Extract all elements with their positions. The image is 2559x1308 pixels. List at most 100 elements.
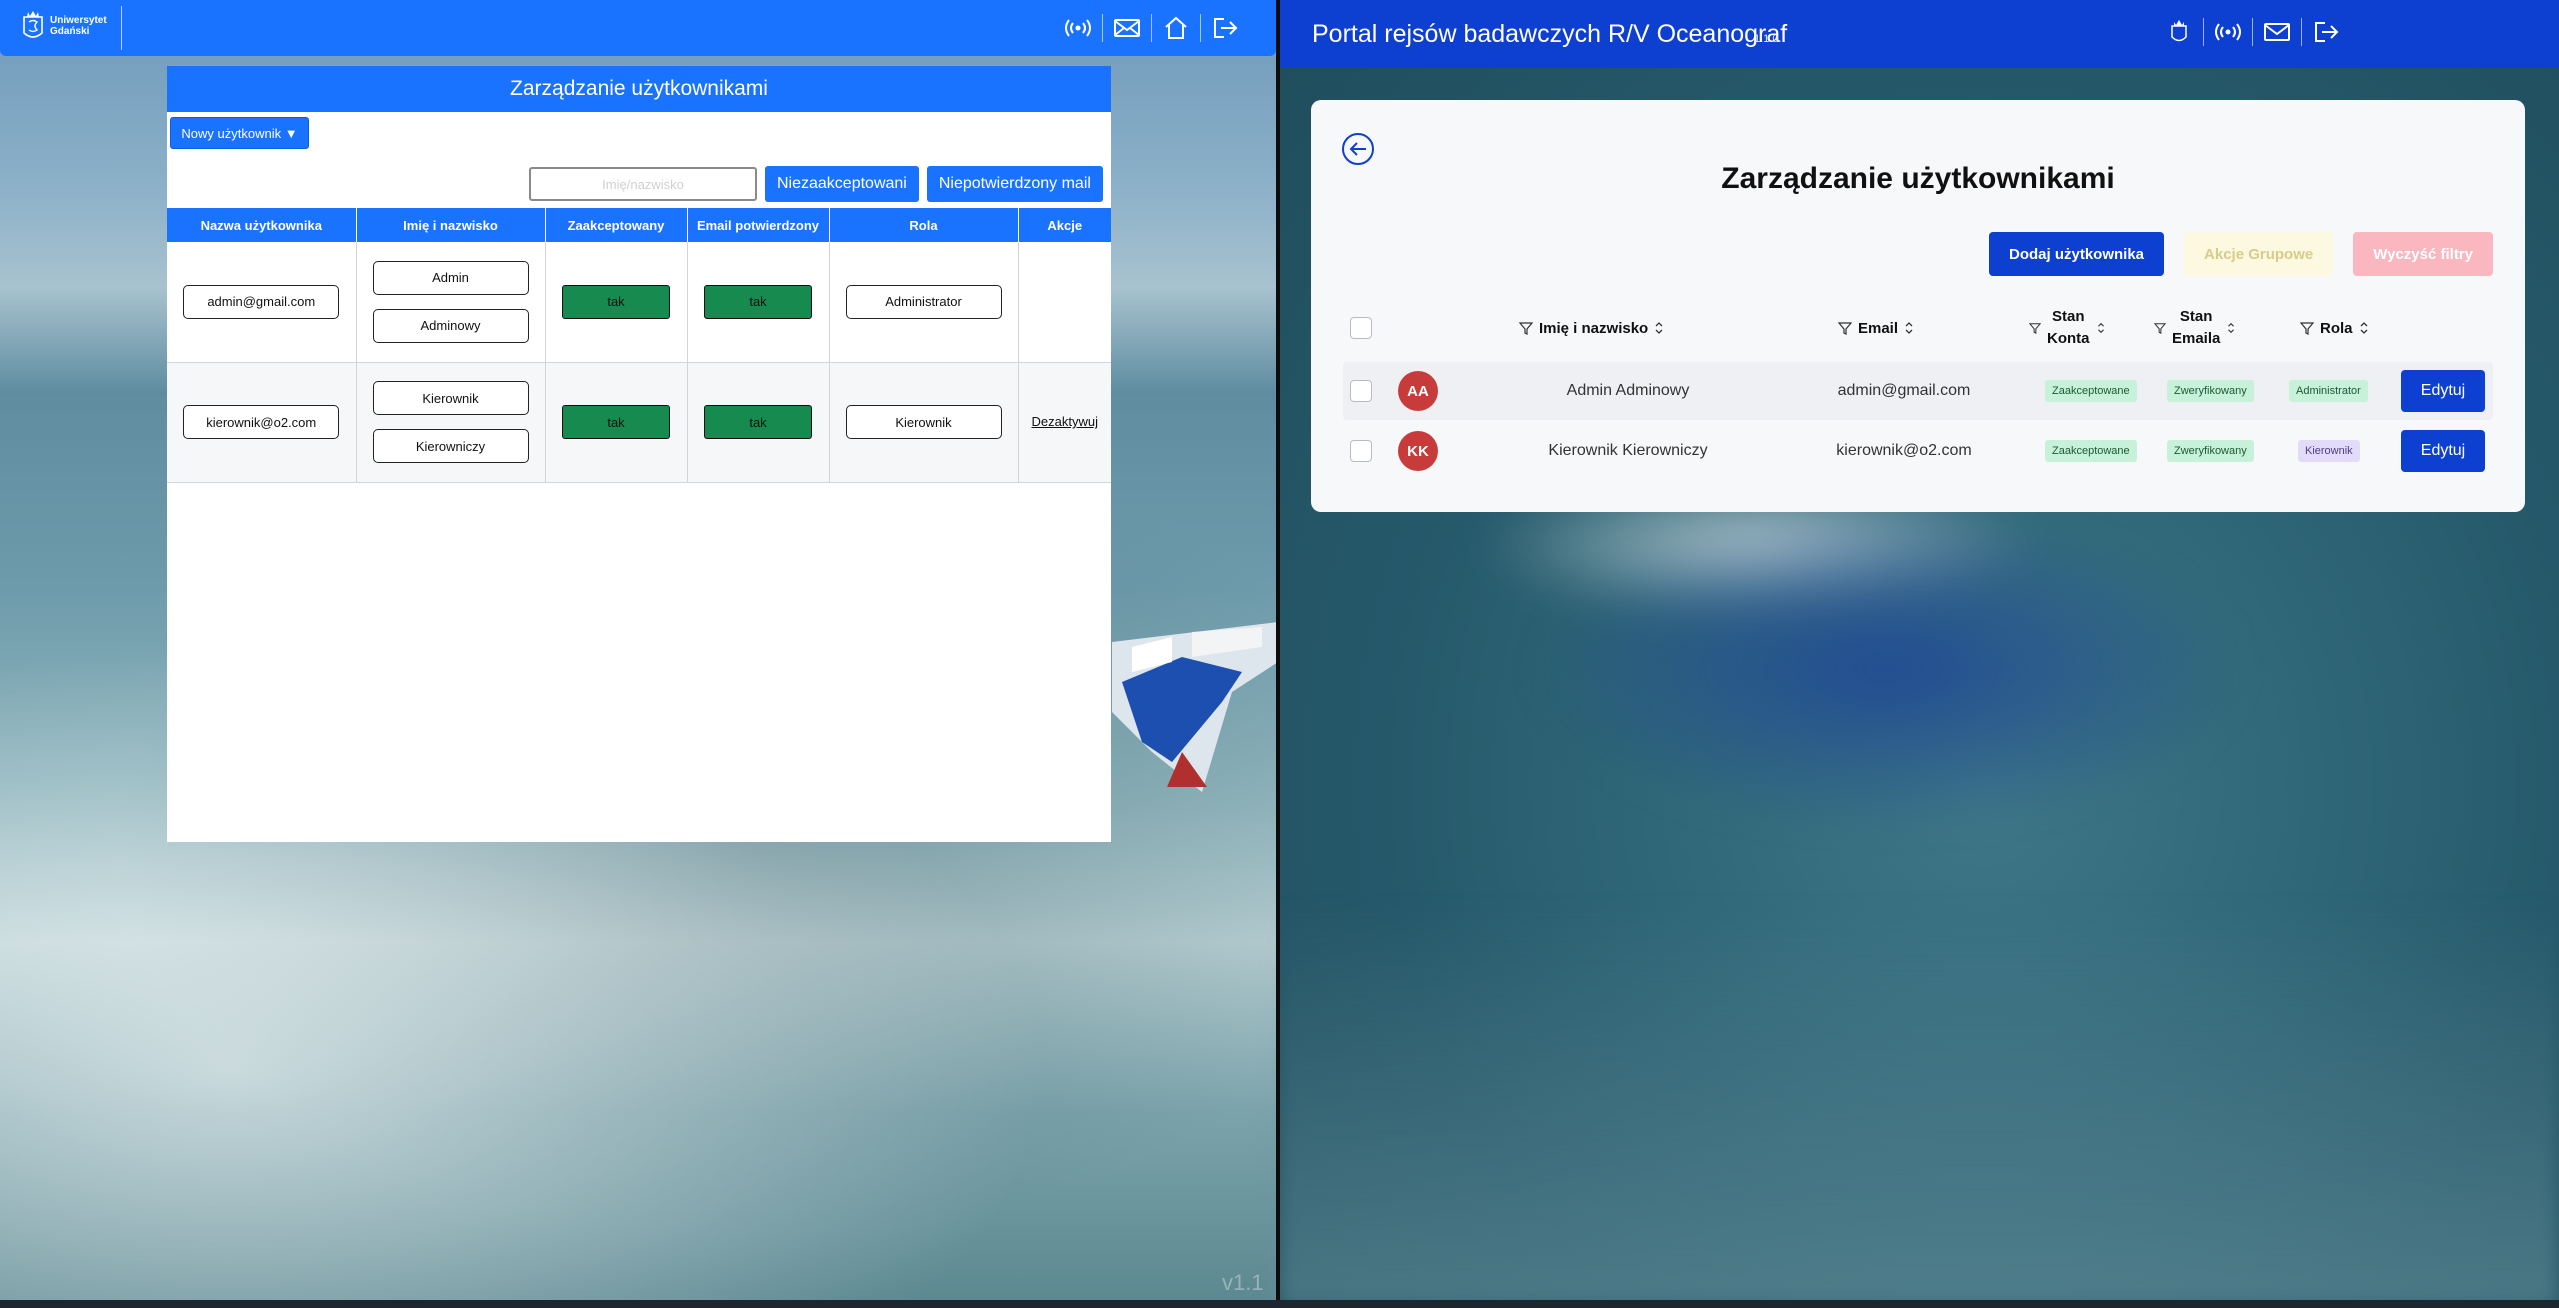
last-name-field[interactable]: Adminowy — [372, 308, 529, 343]
column-header-role[interactable]: Rola — [829, 208, 1019, 242]
new-user-button[interactable]: Nowy użytkownik ▼ — [170, 117, 309, 149]
column-label-line: Emaila — [2172, 330, 2221, 347]
username-field[interactable]: kierownik@o2.com — [183, 405, 340, 439]
filter-icon[interactable] — [1519, 321, 1533, 335]
select-all-checkbox[interactable] — [1350, 317, 1372, 339]
edit-button[interactable]: Edytuj — [2401, 430, 2485, 472]
clear-filters-button[interactable]: Wyczyść filtry — [2353, 232, 2493, 276]
left-header: Uniwersytet Gdański — [0, 0, 1276, 56]
edit-button[interactable]: Edytuj — [2401, 370, 2485, 412]
email-cell: kierownik@o2.com — [1836, 442, 1972, 459]
filter-icon[interactable] — [2029, 322, 2041, 334]
first-name-field[interactable]: Admin — [372, 260, 529, 295]
role-cell: Administrator — [829, 242, 1019, 363]
username-field[interactable]: admin@gmail.com — [183, 284, 340, 319]
logout-icon[interactable] — [2312, 18, 2340, 46]
email-confirmed-toggle[interactable]: tak — [704, 405, 812, 439]
column-header-email[interactable]: Email — [1838, 300, 1914, 356]
broadcast-icon[interactable] — [1064, 14, 1092, 42]
email-state-cell: Zweryfikowany — [2167, 422, 2254, 480]
unconfirmed-mail-filter-button[interactable]: Niepotwierdzony mail — [926, 166, 1103, 202]
actions-cell: Dezaktywuj — [1018, 362, 1111, 483]
logo-line-1: Uniwersytet — [50, 15, 107, 26]
first-name-field[interactable]: Kierownik — [372, 381, 529, 415]
edit-cell: Edytuj — [2401, 362, 2485, 420]
logout-icon[interactable] — [1211, 14, 1239, 42]
broadcast-icon[interactable] — [2214, 18, 2242, 46]
avatar: AA — [1398, 371, 1438, 411]
select-all-column — [1350, 300, 1372, 356]
name-cell: Admin Adminowy — [1566, 382, 1690, 399]
role-cell: Administrator — [2289, 362, 2368, 420]
logo-line-2: Gdański — [50, 26, 90, 37]
bottom-edge — [0, 1300, 2559, 1308]
status-badge: Zweryfikowany — [2167, 380, 2254, 402]
sort-icon[interactable] — [2359, 321, 2369, 335]
column-header-username[interactable]: Nazwa użytkownika — [167, 208, 357, 242]
header-separator — [2203, 18, 2204, 46]
filter-icon[interactable] — [2300, 321, 2314, 335]
sort-icon[interactable] — [1904, 321, 1914, 335]
email-confirmed-toggle[interactable]: tak — [704, 284, 812, 319]
column-header-name[interactable]: Imię i nazwisko — [1519, 300, 1664, 356]
group-actions-button[interactable]: Akcje Grupowe — [2184, 232, 2334, 276]
role-select[interactable]: Administrator — [845, 284, 1002, 319]
column-header-email-confirmed[interactable]: Email potwierdzony — [687, 208, 830, 242]
column-header-email-state[interactable]: Stan Emaila — [2154, 300, 2236, 356]
name-cell: Kierownik Kierowniczy — [1548, 442, 1708, 459]
column-header-accepted[interactable]: Zaakceptowany — [545, 208, 688, 242]
avatar-cell: KK — [1398, 422, 1438, 480]
row-checkbox[interactable] — [1350, 440, 1372, 462]
deactivate-link[interactable]: Dezaktywuj — [1032, 414, 1098, 429]
crest-icon[interactable] — [2165, 18, 2193, 46]
row-checkbox-cell — [1350, 362, 1372, 420]
portal-title[interactable]: Portal rejsów badawczych R/V Oceanograf — [1312, 20, 1787, 49]
table-row: kierownik@o2.com Kierownik Kierowniczy t… — [167, 362, 1111, 483]
right-header: Portal rejsów badawczych R/V Oceanograf … — [1280, 0, 2559, 68]
mail-icon[interactable] — [1113, 14, 1141, 42]
fullname-cell: Admin Adminowy — [356, 242, 546, 363]
table-row: admin@gmail.com Admin Adminowy tak tak A… — [167, 242, 1111, 363]
header-separator — [1102, 14, 1103, 42]
mail-icon[interactable] — [2263, 18, 2291, 46]
name-filter-input[interactable] — [529, 167, 757, 201]
blurred-ship-hull — [1528, 510, 2248, 830]
accepted-toggle[interactable]: tak — [562, 405, 670, 439]
column-header-fullname[interactable]: Imię i nazwisko — [356, 208, 546, 242]
accepted-toggle[interactable]: tak — [562, 284, 670, 319]
sort-icon[interactable] — [1654, 321, 1664, 335]
filter-icon[interactable] — [1838, 321, 1852, 335]
column-header-account-state[interactable]: Stan Konta — [2029, 300, 2106, 356]
email-cell: admin@gmail.com — [1837, 382, 1971, 399]
university-logo[interactable]: Uniwersytet Gdański — [22, 9, 107, 43]
add-user-button[interactable]: Dodaj użytkownika — [1988, 232, 2165, 276]
table-row[interactable]: KK Kierownik Kierowniczy kierownik@o2.co… — [1343, 422, 2493, 480]
email-confirmed-cell: tak — [687, 362, 830, 483]
status-badge: Zweryfikowany — [2167, 440, 2254, 462]
role-select[interactable]: Kierownik — [845, 405, 1002, 439]
window-divider[interactable] — [1276, 0, 1280, 1308]
unaccepted-filter-button[interactable]: Niezaakceptowani — [765, 166, 919, 202]
header-separator — [2252, 18, 2253, 46]
avatar-cell: AA — [1398, 362, 1438, 420]
home-icon[interactable] — [1162, 14, 1190, 42]
filter-row: Niezaakceptowani Niepotwierdzony mail — [529, 166, 1103, 202]
header-separator — [1151, 14, 1152, 42]
accepted-cell: tak — [545, 242, 688, 363]
table-row[interactable]: AA Admin Adminowy admin@gmail.com Zaakce… — [1343, 362, 2493, 420]
row-checkbox[interactable] — [1350, 380, 1372, 402]
column-header-role[interactable]: Rola — [2300, 300, 2369, 356]
panel-title: Zarządzanie użytkownikami — [167, 66, 1111, 112]
email-confirmed-cell: tak — [687, 242, 830, 363]
version-label: v1.1 — [1222, 1270, 1264, 1295]
sort-icon[interactable] — [2226, 322, 2236, 334]
sort-icon[interactable] — [2096, 322, 2106, 334]
filter-icon[interactable] — [2154, 322, 2166, 334]
user-management-card: Zarządzanie użytkownikami Dodaj użytkown… — [1311, 100, 2525, 512]
header-separator — [1200, 14, 1201, 42]
actions-cell — [1018, 242, 1111, 363]
back-arrow-button[interactable] — [1342, 133, 1374, 165]
last-name-field[interactable]: Kierowniczy — [372, 429, 529, 463]
status-badge: Zaakceptowane — [2045, 440, 2137, 462]
row-checkbox-cell — [1350, 422, 1372, 480]
